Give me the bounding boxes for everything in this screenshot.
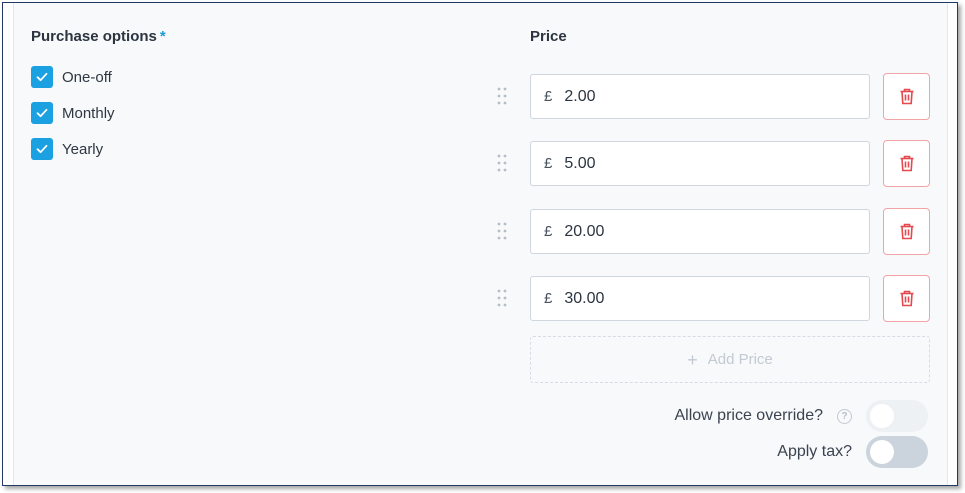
pricing-panel: Purchase options * One-off Monthly Yearly… [13, 3, 948, 485]
delete-price-button[interactable] [883, 275, 930, 322]
apply-tax-label: Apply tax? [777, 443, 852, 460]
drag-handle-icon[interactable] [496, 222, 508, 240]
price-heading: Price [530, 28, 567, 45]
currency-symbol: £ [544, 223, 553, 240]
question-icon[interactable]: ? [837, 408, 852, 424]
toggle-knob [870, 404, 894, 428]
drag-handle-icon[interactable] [496, 87, 508, 105]
price-value[interactable]: 5.00 [564, 155, 595, 173]
delete-price-button[interactable] [883, 140, 930, 187]
trash-icon [900, 290, 913, 307]
price-row: £ 5.00 [14, 140, 949, 187]
price-value[interactable]: 20.00 [564, 223, 604, 241]
allow-price-override-toggle[interactable] [866, 400, 928, 432]
delete-price-button[interactable] [883, 208, 930, 255]
purchase-options-title: Purchase options [31, 28, 157, 45]
price-row: £ 30.00 [14, 275, 949, 322]
drag-handle-icon[interactable] [496, 154, 508, 172]
price-input[interactable]: £ 30.00 [530, 276, 870, 321]
price-value[interactable]: 2.00 [564, 88, 595, 106]
plus-icon: + [687, 349, 698, 370]
price-input[interactable]: £ 5.00 [530, 141, 870, 186]
price-value[interactable]: 30.00 [564, 290, 604, 308]
currency-symbol: £ [544, 290, 553, 307]
toggle-knob [870, 440, 894, 464]
price-input[interactable]: £ 20.00 [530, 209, 870, 254]
apply-tax-toggle[interactable] [866, 436, 928, 468]
add-price-button[interactable]: + Add Price [530, 336, 930, 383]
delete-price-button[interactable] [883, 73, 930, 120]
apply-tax-setting: Apply tax? [777, 436, 928, 468]
trash-icon [900, 223, 913, 240]
price-row: £ 20.00 [14, 208, 949, 255]
purchase-options-heading: Purchase options * [31, 28, 166, 45]
price-row: £ 2.00 [14, 73, 949, 120]
required-marker: * [159, 28, 166, 45]
currency-symbol: £ [544, 155, 553, 172]
add-price-label: Add Price [707, 351, 773, 368]
allow-price-override-label: Allow price override? [674, 407, 823, 424]
currency-symbol: £ [544, 88, 553, 105]
trash-icon [900, 88, 913, 105]
drag-handle-icon[interactable] [496, 289, 508, 307]
window-frame: Purchase options * One-off Monthly Yearly… [2, 2, 958, 486]
price-input[interactable]: £ 2.00 [530, 74, 870, 119]
allow-price-override-setting: Allow price override? ? [674, 400, 928, 432]
trash-icon [900, 155, 913, 172]
